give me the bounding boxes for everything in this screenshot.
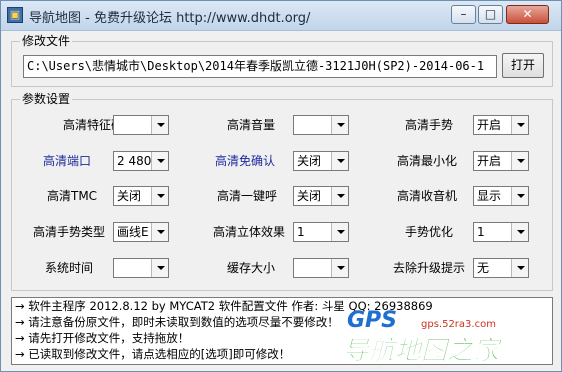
- combo-remove-upgrade-prompt[interactable]: 无: [473, 258, 529, 278]
- label-hd-port: 高清端口: [43, 154, 92, 168]
- chevron-down-icon[interactable]: [331, 187, 348, 205]
- minimize-button[interactable]: –: [451, 5, 476, 24]
- label-hd-minimize: 高清最小化: [397, 154, 458, 168]
- chevron-down-icon[interactable]: [511, 116, 528, 134]
- label-hd-gesture: 高清手势: [405, 118, 454, 132]
- combo-cache-size[interactable]: [293, 258, 349, 278]
- chevron-down-icon[interactable]: [511, 259, 528, 277]
- chevron-down-icon[interactable]: [511, 187, 528, 205]
- label-gesture-optimize: 手势优化: [405, 225, 454, 239]
- chevron-down-icon[interactable]: [331, 152, 348, 170]
- combo-hd-tmc[interactable]: 关闭: [113, 186, 169, 206]
- combo-hd-feature-code[interactable]: [113, 115, 169, 135]
- label-hd-volume: 高清音量: [227, 118, 276, 132]
- chevron-down-icon[interactable]: [151, 116, 168, 134]
- chevron-down-icon[interactable]: [331, 116, 348, 134]
- chevron-down-icon[interactable]: [511, 223, 528, 241]
- label-hd-gesture-type: 高清手势类型: [33, 225, 106, 239]
- window-title: 导航地图 - 免费升级论坛 http://www.dhdt.org/: [29, 11, 311, 26]
- label-hd-radio: 高清收音机: [397, 189, 458, 203]
- chevron-down-icon[interactable]: [151, 152, 168, 170]
- log-line: → 已读取到修改文件，请点选相应的[选项]即可修改！: [15, 347, 291, 361]
- chevron-down-icon[interactable]: [331, 223, 348, 241]
- combo-gesture-optimize[interactable]: 1: [473, 222, 529, 242]
- log-panel[interactable]: → 软件主程序 2012.8.12 by MYCAT2 软件配置文件 作者: 斗…: [11, 297, 553, 365]
- combo-hd-gesture[interactable]: 开启: [473, 115, 529, 135]
- label-hd-3d-effect: 高清立体效果: [213, 225, 286, 239]
- chevron-down-icon[interactable]: [151, 223, 168, 241]
- chevron-down-icon[interactable]: [511, 152, 528, 170]
- log-line: → 请注意备份原文件，即时未读取到数值的选项尽量不要修改！: [15, 315, 339, 329]
- label-hd-tmc: 高清TMC: [47, 189, 98, 203]
- combo-system-time[interactable]: [113, 258, 169, 278]
- label-system-time: 系统时间: [45, 261, 94, 275]
- log-line: → 请先打开修改文件，支持拖放！: [15, 331, 190, 345]
- combo-hd-port[interactable]: 2 480: [113, 151, 169, 171]
- label-cache-size: 缓存大小: [227, 261, 276, 275]
- combo-hd-3d-effect[interactable]: 1: [293, 222, 349, 242]
- combo-hd-one-key-call[interactable]: 关闭: [293, 186, 349, 206]
- file-group-legend: 修改文件: [20, 34, 73, 48]
- combo-hd-radio[interactable]: 显示: [473, 186, 529, 206]
- label-hd-no-confirm: 高清免确认: [215, 154, 276, 168]
- app-window: ▣ 导航地图 - 免费升级论坛 http://www.dhdt.org/ – □…: [0, 0, 562, 372]
- maximize-button[interactable]: □: [478, 5, 503, 24]
- combo-hd-gesture-type[interactable]: 画线E: [113, 222, 169, 242]
- close-button[interactable]: ✕: [506, 5, 549, 24]
- chevron-down-icon[interactable]: [331, 259, 348, 277]
- app-icon: ▣: [7, 7, 23, 23]
- combo-hd-volume[interactable]: [293, 115, 349, 135]
- label-remove-upgrade-prompt: 去除升级提示: [393, 261, 466, 275]
- params-group-legend: 参数设置: [20, 92, 73, 106]
- combo-hd-no-confirm[interactable]: 关闭: [293, 151, 349, 171]
- label-hd-one-key-call: 高清一键呼: [217, 189, 278, 203]
- chevron-down-icon[interactable]: [151, 187, 168, 205]
- combo-hd-minimize[interactable]: 开启: [473, 151, 529, 171]
- title-bar[interactable]: ▣ 导航地图 - 免费升级论坛 http://www.dhdt.org/ – □…: [1, 1, 561, 31]
- open-button[interactable]: 打开: [502, 53, 544, 78]
- chevron-down-icon[interactable]: [151, 259, 168, 277]
- file-path-field[interactable]: C:\Users\悲情城市\Desktop\2014年春季版凯立德-3121J0…: [23, 55, 497, 78]
- log-line: → 软件主程序 2012.8.12 by MYCAT2 软件配置文件 作者: 斗…: [15, 299, 433, 313]
